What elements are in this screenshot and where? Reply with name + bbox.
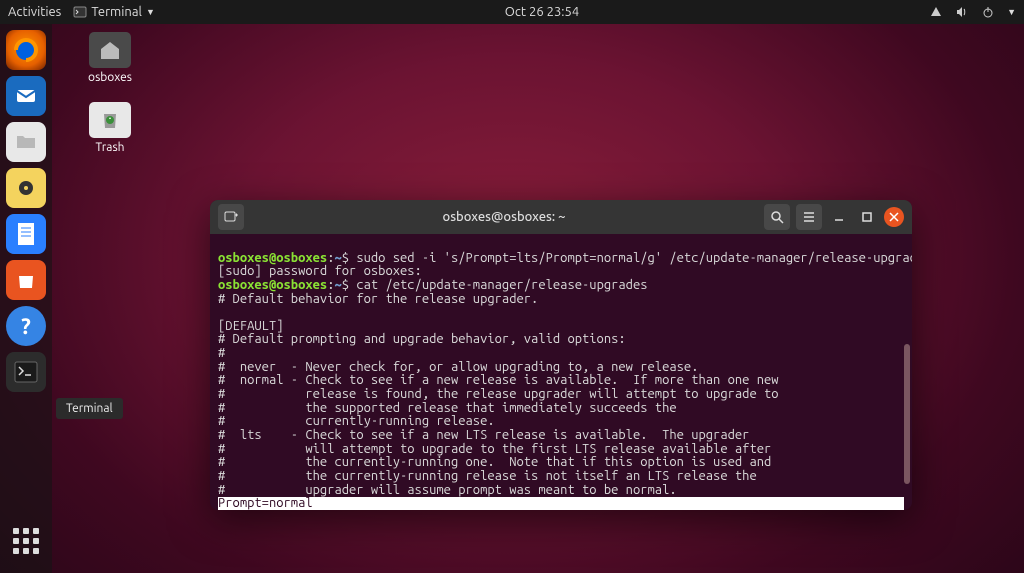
dock-software[interactable]	[6, 260, 46, 300]
dock-thunderbird[interactable]	[6, 76, 46, 116]
terminal-output: # lts - Check to see if a new LTS releas…	[218, 428, 749, 442]
files-icon	[14, 130, 38, 154]
minimize-icon	[833, 211, 845, 223]
titlebar-right	[764, 204, 904, 230]
terminal-output: #	[218, 346, 225, 360]
terminal-output: [sudo] password for osboxes:	[218, 264, 422, 278]
terminal-small-icon	[73, 5, 87, 19]
desktop-icon-home[interactable]: osboxes	[78, 32, 142, 84]
home-folder-icon	[89, 32, 131, 68]
dock-firefox[interactable]	[6, 30, 46, 70]
terminal-output: # the currently-running release is not i…	[218, 469, 757, 483]
shopping-bag-icon	[15, 269, 37, 291]
desktop-icon-label: osboxes	[78, 71, 142, 84]
terminal-output: # the supported release that immediately…	[218, 401, 677, 415]
window-title-bar[interactable]: osboxes@osboxes: ~	[210, 200, 912, 234]
network-icon	[929, 5, 943, 19]
terminal-command: sudo sed -i 's/Prompt=lts/Prompt=normal/…	[349, 251, 912, 265]
firefox-icon	[13, 37, 39, 63]
menu-button[interactable]	[796, 204, 822, 230]
show-applications-button[interactable]	[6, 521, 46, 561]
desktop-icon-label: Trash	[78, 141, 142, 154]
terminal-output: [DEFAULT]	[218, 319, 284, 333]
terminal-icon	[14, 361, 38, 383]
help-icon: ?	[21, 314, 31, 339]
prompt-user: osboxes@osboxes	[218, 278, 327, 292]
terminal-window: osboxes@osboxes: ~ osboxes@osboxes:~$ su…	[210, 200, 912, 510]
desktop-icon-trash[interactable]: Trash	[78, 102, 142, 154]
terminal-output: # currently-running release.	[218, 414, 495, 428]
dock-terminal[interactable]	[6, 352, 46, 392]
terminal-output: # release is found, the release upgrader…	[218, 387, 779, 401]
app-menu[interactable]: Terminal ▼	[73, 5, 155, 19]
minimize-button[interactable]	[828, 206, 850, 228]
terminal-output: # the currently-running one. Note that i…	[218, 455, 771, 469]
terminal-output-highlight: Prompt=normal	[218, 497, 904, 510]
dock-libreoffice[interactable]	[6, 214, 46, 254]
prompt-char: $	[342, 251, 349, 265]
terminal-output: # never - Never check for, or allow upgr…	[218, 360, 698, 374]
dock-help[interactable]: ?	[6, 306, 46, 346]
search-icon	[770, 210, 784, 224]
document-icon	[16, 222, 36, 246]
prompt-path: ~	[334, 251, 341, 265]
terminal-command: cat /etc/update-manager/release-upgrades	[349, 278, 647, 292]
dock-tooltip: Terminal	[56, 398, 123, 419]
chevron-down-icon: ▼	[1007, 7, 1016, 17]
activities-button[interactable]: Activities	[8, 5, 61, 19]
hamburger-icon	[802, 210, 816, 224]
titlebar-left	[218, 204, 244, 230]
dock: ?	[0, 24, 52, 573]
dock-files[interactable]	[6, 122, 46, 162]
prompt-user: osboxes@osboxes	[218, 251, 327, 265]
maximize-icon	[861, 211, 873, 223]
terminal-output: # upgrader will assume prompt was meant …	[218, 483, 677, 497]
close-button[interactable]	[884, 207, 904, 227]
thunderbird-icon	[14, 84, 38, 108]
topbar-left: Activities Terminal ▼	[8, 5, 155, 19]
trash-icon	[89, 102, 131, 138]
gnome-topbar: Activities Terminal ▼ Oct 26 23:54 ▼	[0, 0, 1024, 24]
chevron-down-icon: ▼	[146, 7, 155, 17]
music-icon	[16, 178, 36, 198]
terminal-output: # will attempt to upgrade to the first L…	[218, 442, 771, 456]
terminal-body[interactable]: osboxes@osboxes:~$ sudo sed -i 's/Prompt…	[210, 234, 912, 510]
scrollbar-thumb[interactable]	[904, 344, 910, 484]
new-tab-button[interactable]	[218, 204, 244, 230]
close-icon	[889, 212, 899, 222]
app-menu-label: Terminal	[91, 5, 142, 19]
status-area[interactable]: ▼	[929, 5, 1016, 19]
dock-rhythmbox[interactable]	[6, 168, 46, 208]
terminal-output: # Default prompting and upgrade behavior…	[218, 332, 626, 346]
search-button[interactable]	[764, 204, 790, 230]
power-icon	[981, 5, 995, 19]
clock[interactable]: Oct 26 23:54	[505, 5, 579, 19]
terminal-output: # Default behavior for the release upgra…	[218, 292, 538, 306]
maximize-button[interactable]	[856, 206, 878, 228]
prompt-path: ~	[334, 278, 341, 292]
terminal-output: # normal - Check to see if a new release…	[218, 373, 779, 387]
prompt-char: $	[342, 278, 349, 292]
volume-icon	[955, 5, 969, 19]
new-tab-icon	[223, 209, 239, 225]
window-title: osboxes@osboxes: ~	[244, 210, 764, 224]
